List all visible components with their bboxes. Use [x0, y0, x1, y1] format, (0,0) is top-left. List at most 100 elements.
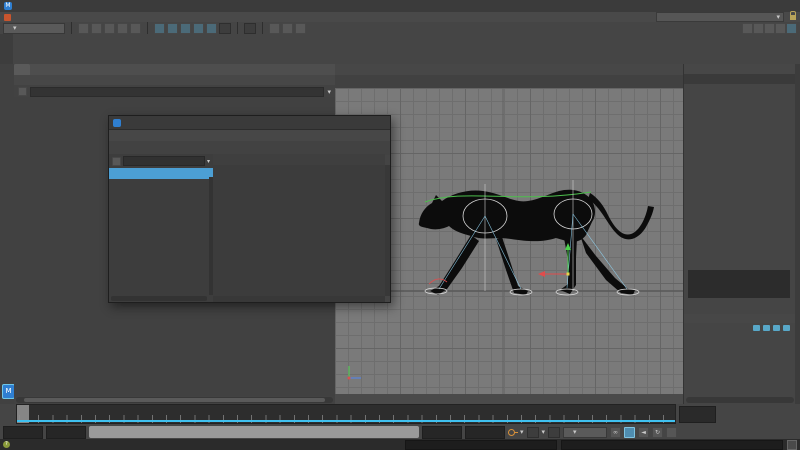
command-line-result [561, 439, 783, 450]
save-scene-icon[interactable] [104, 22, 115, 34]
maya-window: M ▾ ▾ M ▾ ▾ ▾ ▾ ▾ ∞ ◄ ↻ ? [0, 0, 800, 450]
graph-editor-search-input[interactable] [123, 156, 205, 166]
menuset-dropdown[interactable]: ▾ [3, 22, 65, 34]
animation-prefs-icon[interactable] [666, 426, 678, 438]
ipr-render-icon[interactable] [282, 22, 293, 34]
graph-editor-titlebar[interactable] [109, 116, 390, 130]
panther-model[interactable] [418, 189, 654, 295]
playback-bookmark-icon[interactable] [624, 426, 636, 438]
snap-to-curve-icon[interactable] [167, 22, 178, 34]
script-editor-icon[interactable] [787, 439, 797, 450]
move-layer-up-icon[interactable] [753, 324, 760, 331]
loop-mode-icon[interactable]: ∞ [610, 426, 622, 438]
render-icon[interactable] [269, 22, 280, 34]
playback-end-field[interactable] [422, 425, 462, 439]
home-icon[interactable] [4, 13, 11, 21]
axis-gizmo [347, 366, 361, 380]
layer-editor-menubar [684, 314, 796, 323]
graph-editor-hscrollbar[interactable] [213, 296, 385, 302]
status-line-toolbar: ▾ [0, 22, 800, 34]
maya-logo-icon: M [4, 2, 12, 10]
help-line: ? [0, 439, 800, 450]
channel-box [683, 64, 796, 304]
symmetry-dropdown[interactable] [244, 22, 256, 34]
right-dock-tabs [795, 64, 800, 404]
range-slider-bar: ▾ ▾ ▾ ∞ ◄ ↻ [0, 425, 800, 439]
graph-editor-list-hscrollbar[interactable] [111, 296, 207, 301]
title-bar: M [0, 0, 800, 12]
snap-to-point-icon[interactable] [180, 22, 191, 34]
anim-layer-dropdown[interactable] [548, 426, 561, 438]
lock-icon[interactable] [790, 10, 796, 20]
cached-playback-icon[interactable]: ↻ [652, 426, 664, 438]
favorites-icon[interactable] [753, 22, 764, 34]
channel-box-empty-area [688, 270, 790, 298]
redo-icon[interactable] [130, 22, 141, 34]
outliner-hscrollbar[interactable] [16, 397, 333, 403]
range-slider[interactable] [89, 426, 419, 438]
chevron-down-icon[interactable]: ▾ [327, 88, 331, 96]
viewport-menubar [335, 64, 683, 75]
auto-key-icon[interactable] [508, 428, 518, 437]
chevron-down-icon: ▾ [13, 23, 17, 32]
sort-icon[interactable] [764, 22, 775, 34]
tool-box [0, 64, 14, 404]
new-scene-icon[interactable] [78, 22, 89, 34]
playback-controls [714, 405, 798, 422]
channel-box-node-name[interactable] [684, 74, 796, 84]
graph-editor-menubar [109, 130, 390, 141]
live-surface-field[interactable] [219, 22, 231, 34]
make-live-icon[interactable] [206, 22, 217, 34]
workspace-selector: ▾ [653, 10, 796, 22]
workspace-dropdown[interactable]: ▾ [656, 12, 784, 22]
chevron-down-icon[interactable]: ▾ [542, 428, 546, 436]
chevron-down-icon[interactable]: ▾ [520, 428, 524, 436]
xgen-icon[interactable] [786, 22, 797, 34]
graph-editor-icon [113, 118, 121, 127]
new-layer-icon[interactable] [783, 324, 790, 331]
time-slider[interactable] [16, 404, 676, 424]
shelf-collapse-strip[interactable] [0, 34, 13, 64]
chevron-down-icon: ▾ [776, 13, 780, 21]
help-icon: ? [3, 441, 10, 448]
current-time-field[interactable] [679, 406, 716, 423]
empty-layer-icon[interactable] [773, 324, 780, 331]
outliner-tab[interactable] [14, 64, 335, 75]
layer-editor [683, 304, 796, 404]
animation-start-field[interactable] [3, 425, 43, 439]
undo-icon[interactable] [117, 22, 128, 34]
move-manipulator[interactable] [538, 243, 571, 277]
filter-icon[interactable] [112, 156, 121, 166]
command-line-input[interactable] [405, 439, 557, 450]
cached-playback-line [17, 420, 675, 422]
layout-icon[interactable] [775, 22, 786, 34]
layer-editor-tabs [684, 304, 796, 314]
graph-editor-window: ▾ [108, 115, 391, 303]
mute-audio-icon[interactable]: ◄ [638, 426, 650, 438]
filter-icon[interactable] [18, 87, 27, 96]
channel-box-menubar [684, 64, 796, 74]
move-layer-down-icon[interactable] [763, 324, 770, 331]
layer-scrollbar[interactable] [686, 397, 794, 403]
graph-editor-vscrollbar[interactable] [385, 165, 390, 296]
outliner-search-input[interactable] [30, 86, 325, 97]
playback-start-field[interactable] [46, 425, 86, 439]
main-menubar: ▾ [0, 10, 800, 22]
render-settings-icon[interactable] [295, 22, 306, 34]
shelf-tabs [14, 34, 800, 44]
outliner-menubar [14, 75, 335, 85]
snap-to-grid-icon[interactable] [154, 22, 165, 34]
graph-editor-curve-view[interactable] [213, 165, 385, 296]
snap-to-plane-icon[interactable] [193, 22, 204, 34]
fps-dropdown[interactable]: ▾ [563, 426, 608, 438]
animation-end-field[interactable] [465, 425, 505, 439]
graph-editor-search-row: ▾ [109, 154, 213, 168]
viewport-toolbar [335, 75, 683, 88]
open-scene-icon[interactable] [91, 22, 102, 34]
chevron-down-icon[interactable]: ▾ [207, 158, 210, 165]
graph-editor-toolbar [109, 141, 390, 155]
graph-editor-outliner: ▾ [109, 154, 214, 302]
chevron-down-icon: ▾ [573, 427, 577, 436]
character-set-dropdown[interactable] [526, 426, 539, 438]
highlight-selection-icon[interactable] [742, 22, 753, 34]
